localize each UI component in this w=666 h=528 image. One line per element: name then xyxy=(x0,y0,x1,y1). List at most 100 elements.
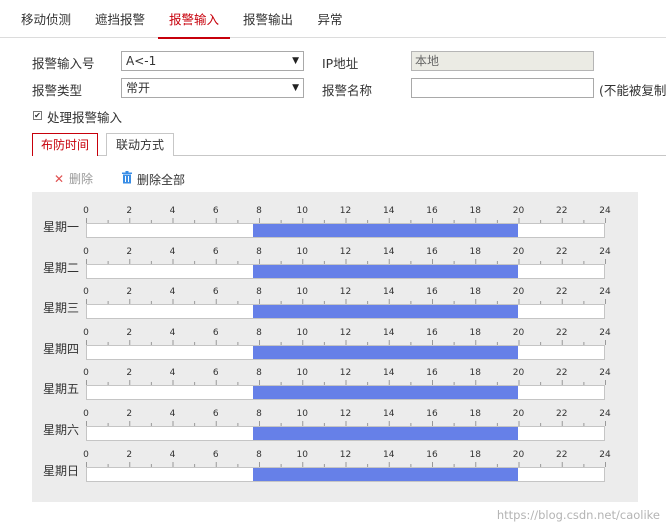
hour-tick-label: 24 xyxy=(599,327,611,338)
tab-tamper-alarm[interactable]: 遮挡报警 xyxy=(84,0,156,38)
hour-tick-label: 6 xyxy=(212,287,219,298)
hour-tick-label: 12 xyxy=(339,246,352,257)
hour-tick-label: 8 xyxy=(256,449,262,460)
hour-tick-label: 6 xyxy=(212,368,219,379)
hour-tick-label: 22 xyxy=(556,449,568,460)
hour-tick-label: 2 xyxy=(126,368,133,379)
hour-tick-label: 0 xyxy=(83,246,89,257)
alarm-type-value: 常开 xyxy=(126,81,151,95)
alarm-name-field[interactable] xyxy=(411,78,594,98)
hour-tick-label: 14 xyxy=(383,206,395,216)
hour-tick-label: 22 xyxy=(556,206,568,216)
chevron-down-icon: ▼ xyxy=(292,56,299,66)
hour-tick-label: 16 xyxy=(426,449,438,460)
hour-tick-label: 6 xyxy=(212,327,219,338)
hour-tick-label: 24 xyxy=(599,246,611,257)
schedule-row: 0 2 4 6 8 10 12 14 16 18 20 22 24 星期四 xyxy=(32,314,638,360)
hour-tick-label: 2 xyxy=(126,409,133,419)
hour-tick-label: 2 xyxy=(126,246,133,257)
hour-tick-label: 14 xyxy=(383,449,395,460)
hour-tick-label: 12 xyxy=(339,449,352,460)
hour-tick-label: 22 xyxy=(556,246,568,257)
hour-tick-label: 16 xyxy=(426,246,438,257)
hour-tick-label: 22 xyxy=(556,368,568,379)
hour-tick-label: 12 xyxy=(339,409,352,419)
hour-tick-label: 8 xyxy=(256,409,262,419)
day-timeline[interactable] xyxy=(86,466,605,482)
subtab-arming-schedule[interactable]: 布防时间 xyxy=(32,133,98,156)
tab-exception[interactable]: 异常 xyxy=(304,0,356,38)
day-label: 星期日 xyxy=(43,463,80,478)
alarm-input-no-label: 报警输入号 xyxy=(32,56,95,71)
hour-tick-label: 4 xyxy=(169,287,176,298)
hour-tick-label: 6 xyxy=(212,206,219,216)
alarm-input-no-value: A<-1 xyxy=(126,54,157,68)
hour-tick-label: 12 xyxy=(339,206,352,216)
watermark: https://blog.csdn.net/caolike xyxy=(496,508,660,522)
hour-tick-label: 14 xyxy=(383,409,395,419)
hour-tick-label: 0 xyxy=(83,206,89,216)
alarm-name-note: (不能被复制 xyxy=(599,83,666,98)
hour-tick-label: 14 xyxy=(383,287,395,298)
schedule-row: 0 2 4 6 8 10 12 14 16 18 20 22 24 星期一 xyxy=(32,192,638,238)
hour-tick-label: 8 xyxy=(256,206,262,216)
delete-all-button[interactable]: 删除全部 xyxy=(120,171,185,187)
alarm-type-select[interactable]: 常开 ▼ xyxy=(121,78,304,98)
hour-tick-label: 20 xyxy=(512,409,525,419)
hour-tick-label: 22 xyxy=(556,327,568,338)
hour-tick-label: 20 xyxy=(512,246,525,257)
hour-tick-label: 14 xyxy=(383,368,395,379)
hour-tick-label: 22 xyxy=(556,409,568,419)
hour-tick-label: 8 xyxy=(256,246,262,257)
schedule-row: 0 2 4 6 8 10 12 14 16 18 20 22 24 星期日 xyxy=(32,436,638,482)
hour-tick-label: 4 xyxy=(169,368,176,379)
hour-tick-label: 8 xyxy=(256,327,262,338)
ip-address-field: 本地 xyxy=(411,51,594,71)
hour-tick-label: 10 xyxy=(296,449,308,460)
tab-motion-detection[interactable]: 移动侦测 xyxy=(10,0,82,38)
hour-tick-label: 4 xyxy=(169,246,176,257)
hour-tick-label: 16 xyxy=(426,368,438,379)
hour-tick-label: 16 xyxy=(426,206,438,216)
hour-tick-label: 20 xyxy=(512,368,525,379)
hour-tick-label: 0 xyxy=(83,327,89,338)
hour-tick-label: 16 xyxy=(426,409,438,419)
hour-tick-label: 20 xyxy=(512,287,525,298)
hour-tick-label: 8 xyxy=(256,287,262,298)
hour-tick-label: 18 xyxy=(469,449,481,460)
schedule-row: 0 2 4 6 8 10 12 14 16 18 20 22 24 星期六 xyxy=(32,395,638,441)
hour-tick-label: 22 xyxy=(556,287,568,298)
hour-tick-label: 4 xyxy=(169,449,176,460)
hour-tick-label: 2 xyxy=(126,449,133,460)
hour-tick-label: 0 xyxy=(83,409,89,419)
tab-alarm-input[interactable]: 报警输入 xyxy=(158,0,230,39)
delete-button[interactable]: ✕ 删除 xyxy=(52,171,93,187)
trash-icon xyxy=(120,171,134,188)
alarm-input-no-select[interactable]: A<-1 ▼ xyxy=(121,51,304,71)
hour-tick-label: 18 xyxy=(469,368,481,379)
hour-tick-label: 4 xyxy=(169,327,176,338)
hour-tick-label: 10 xyxy=(296,246,308,257)
hour-tick-label: 6 xyxy=(212,246,219,257)
hour-tick-label: 12 xyxy=(339,287,352,298)
tab-alarm-output[interactable]: 报警输出 xyxy=(232,0,304,38)
hour-tick-label: 0 xyxy=(83,287,89,298)
subtab-linkage-method[interactable]: 联动方式 xyxy=(106,133,174,156)
sub-tab-bar: 布防时间 联动方式 xyxy=(32,133,666,156)
hour-tick-label: 24 xyxy=(599,449,611,460)
hour-tick-label: 2 xyxy=(126,206,133,216)
hour-tick-label: 24 xyxy=(599,368,611,379)
armed-time-segment[interactable] xyxy=(252,467,518,481)
alarm-name-label: 报警名称 xyxy=(322,83,373,98)
hour-tick-label: 24 xyxy=(599,206,611,216)
hour-tick-label: 12 xyxy=(339,368,352,379)
hour-tick-label: 10 xyxy=(296,409,308,419)
handle-alarm-checkbox[interactable]: ✔ xyxy=(33,111,42,120)
hour-tick-label: 0 xyxy=(83,449,89,460)
schedule-row: 0 2 4 6 8 10 12 14 16 18 20 22 24 星期二 xyxy=(32,233,638,279)
handle-alarm-label: 处理报警输入 xyxy=(47,110,123,125)
hour-tick-label: 18 xyxy=(469,206,481,216)
hour-tick-label: 2 xyxy=(126,327,133,338)
hour-tick-label: 6 xyxy=(212,449,219,460)
hour-tick-label: 14 xyxy=(383,246,395,257)
